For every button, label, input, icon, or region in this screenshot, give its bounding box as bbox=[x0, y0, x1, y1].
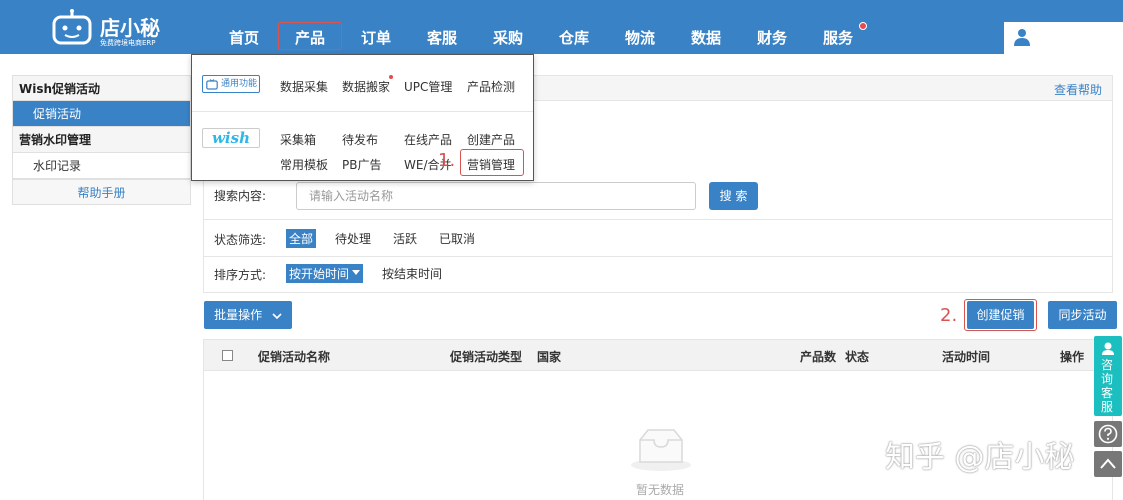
brand-name: 店小秘 bbox=[100, 16, 160, 40]
nav-purchase[interactable]: 采购 bbox=[493, 27, 523, 48]
consult-service-button[interactable]: 咨询客服 bbox=[1094, 336, 1122, 416]
chevron-up-icon bbox=[1100, 458, 1116, 469]
view-help-link[interactable]: 查看帮助 bbox=[1054, 81, 1102, 98]
nav-finance[interactable]: 财务 bbox=[757, 27, 787, 48]
batch-operation-button[interactable]: 批量操作 bbox=[204, 301, 292, 329]
table-header: 促销活动名称 促销活动类型 国家 产品数 状态 活动时间 操作 bbox=[203, 339, 1113, 371]
menu-create-product[interactable]: 创建产品 bbox=[467, 131, 515, 148]
menu-pb-ads[interactable]: PB广告 bbox=[342, 156, 381, 173]
menu-data-collection[interactable]: 数据采集 bbox=[280, 78, 328, 95]
sidebar-group-watermark[interactable]: 营销水印管理 bbox=[12, 127, 191, 153]
menu-marketing-management[interactable]: 营销管理 bbox=[467, 156, 515, 173]
divider bbox=[204, 256, 1112, 257]
menu-data-migration[interactable]: 数据搬家 bbox=[342, 78, 390, 95]
user-icon bbox=[1014, 29, 1030, 46]
sidebar: Wish促销活动 促销活动 营销水印管理 水印记录 帮助手册 bbox=[12, 75, 191, 205]
chevron-down-icon bbox=[272, 312, 282, 319]
status-active[interactable]: 活跃 bbox=[390, 229, 420, 248]
back-to-top-button[interactable] bbox=[1094, 451, 1122, 477]
question-icon bbox=[1098, 424, 1118, 444]
robot-logo-icon bbox=[52, 9, 92, 45]
col-actions: 操作 bbox=[1060, 350, 1085, 364]
search-label: 搜索内容: bbox=[214, 189, 267, 203]
wish-tag: wish bbox=[202, 128, 260, 148]
menu-common-templates[interactable]: 常用模板 bbox=[280, 156, 328, 173]
divider bbox=[204, 219, 1112, 220]
general-functions-label: 通用功能 bbox=[221, 79, 258, 89]
help-float-button[interactable] bbox=[1094, 421, 1122, 447]
col-product-count: 产品数 bbox=[800, 350, 837, 364]
empty-inbox-icon bbox=[631, 429, 691, 471]
top-navbar: 店小秘 免费跨境电商ERP 首页 产品 订单 客服 采购 仓库 物流 数据 财务… bbox=[0, 0, 1123, 54]
menu-online-products[interactable]: 在线产品 bbox=[404, 131, 452, 148]
sort-by-end[interactable]: 按结束时间 bbox=[379, 264, 445, 283]
menu-product-check[interactable]: 产品检测 bbox=[467, 78, 515, 95]
search-input[interactable]: 请输入活动名称 bbox=[296, 182, 696, 210]
create-promotion-button[interactable]: 创建促销 bbox=[967, 301, 1034, 329]
status-all[interactable]: 全部 bbox=[286, 229, 317, 248]
status-pending[interactable]: 待处理 bbox=[332, 229, 374, 248]
divider bbox=[192, 111, 533, 112]
notification-dot bbox=[859, 22, 867, 30]
nav-services[interactable]: 服务 bbox=[823, 27, 853, 48]
col-status: 状态 bbox=[845, 350, 870, 364]
sync-activity-button[interactable]: 同步活动 bbox=[1048, 301, 1117, 329]
nav-product-highlight bbox=[278, 22, 342, 50]
empty-text: 暂无数据 bbox=[636, 483, 685, 497]
col-type: 促销活动类型 bbox=[450, 350, 523, 364]
new-badge-dot bbox=[389, 75, 393, 79]
sort-by-start-label: 按开始时间 bbox=[289, 267, 350, 281]
tv-icon bbox=[206, 79, 218, 90]
menu-upc-management[interactable]: UPC管理 bbox=[404, 78, 452, 95]
brand-logo[interactable]: 店小秘 免费跨境电商ERP bbox=[50, 7, 175, 49]
sort-label: 排序方式: bbox=[214, 268, 267, 282]
caret-down-icon bbox=[352, 270, 361, 275]
sidebar-group-wish-promo[interactable]: Wish促销活动 bbox=[12, 75, 191, 101]
brand-tagline: 免费跨境电商ERP bbox=[100, 39, 156, 47]
nav-logistics[interactable]: 物流 bbox=[625, 27, 655, 48]
user-menu[interactable] bbox=[1004, 22, 1123, 54]
nav-data[interactable]: 数据 bbox=[691, 27, 721, 48]
nav-warehouse[interactable]: 仓库 bbox=[559, 27, 589, 48]
nav-service[interactable]: 客服 bbox=[427, 27, 457, 48]
col-name: 促销活动名称 bbox=[258, 350, 331, 364]
consult-label: 咨询客服 bbox=[1101, 358, 1114, 414]
help-manual-link[interactable]: 帮助手册 bbox=[12, 179, 191, 205]
zhihu-watermark: 知乎 @店小秘 bbox=[885, 440, 1075, 475]
product-dropdown-menu: 通用功能 数据采集 数据搬家 UPC管理 产品检测 wish 采集箱 待发布 在… bbox=[191, 54, 534, 181]
batch-operation-label: 批量操作 bbox=[214, 308, 263, 322]
step-1-annotation: 1. bbox=[438, 150, 456, 171]
nav-orders[interactable]: 订单 bbox=[361, 27, 391, 48]
headset-icon bbox=[1102, 342, 1114, 355]
general-functions-tag: 通用功能 bbox=[202, 75, 260, 93]
status-cancelled[interactable]: 已取消 bbox=[436, 229, 478, 248]
sort-by-start[interactable]: 按开始时间 bbox=[286, 264, 364, 283]
menu-collection-box[interactable]: 采集箱 bbox=[280, 131, 316, 148]
col-time: 活动时间 bbox=[942, 350, 991, 364]
menu-to-publish[interactable]: 待发布 bbox=[342, 131, 378, 148]
nav-home[interactable]: 首页 bbox=[229, 27, 259, 48]
status-label: 状态筛选: bbox=[214, 233, 267, 247]
step-2-annotation: 2. bbox=[940, 305, 958, 326]
sidebar-item-watermark-records[interactable]: 水印记录 bbox=[12, 153, 191, 179]
sidebar-item-promotions[interactable]: 促销活动 bbox=[12, 101, 191, 127]
select-all-checkbox[interactable] bbox=[222, 350, 233, 361]
search-button[interactable]: 搜 索 bbox=[709, 182, 758, 210]
col-country: 国家 bbox=[537, 350, 562, 364]
